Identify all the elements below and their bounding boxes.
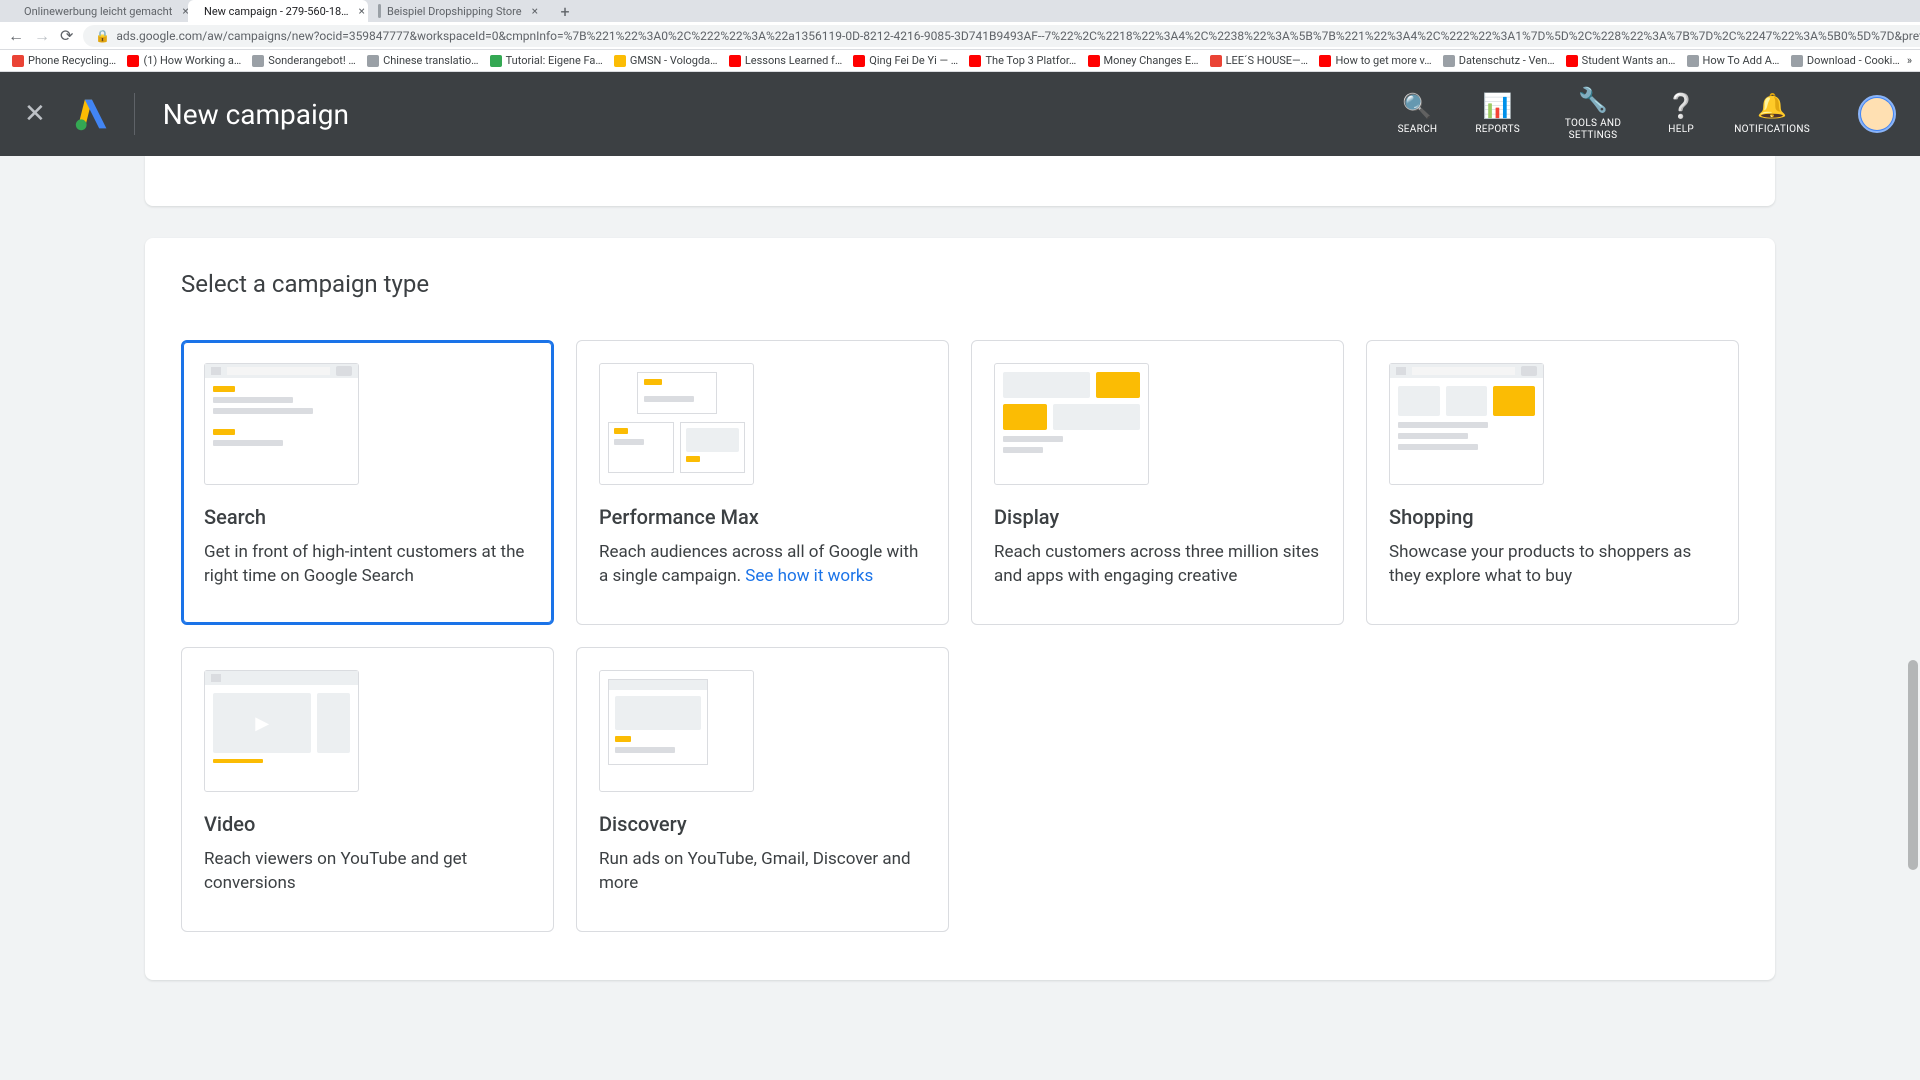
- tab-label: Beispiel Dropshipping Store: [387, 5, 522, 18]
- header-help-button[interactable]: ❔ HELP: [1666, 92, 1696, 137]
- bookmark-item[interactable]: Sonderangebot! …: [248, 52, 357, 69]
- illustration: [1389, 363, 1544, 485]
- tab-label: Onlinewerbung leicht gemacht: [24, 5, 172, 18]
- bookmark-overflow-icon[interactable]: »: [1907, 54, 1912, 67]
- header-notifications-button[interactable]: 🔔 NOTIFICATIONS: [1734, 92, 1810, 137]
- card-title: Shopping: [1389, 505, 1716, 529]
- tab-close-icon[interactable]: ×: [532, 4, 538, 18]
- browser-tab-0[interactable]: Onlinewerbung leicht gemacht ×: [8, 0, 188, 22]
- scrollbar-thumb[interactable]: [1908, 660, 1918, 870]
- content-area: Select a campaign type Search Get in fro…: [0, 156, 1920, 1080]
- nav-back-icon[interactable]: ←: [8, 26, 24, 46]
- bookmarks-bar: Phone Recycling… (1) How Working a… Sond…: [0, 50, 1920, 72]
- bookmark-item[interactable]: LEE´S HOUSE—…: [1206, 52, 1310, 69]
- avatar[interactable]: [1858, 95, 1896, 133]
- card-desc: Reach audiences across all of Google wit…: [599, 541, 926, 589]
- card-title: Search: [204, 505, 531, 529]
- browser-tab-1[interactable]: New campaign - 279-560-18… ×: [188, 0, 368, 22]
- url-text: ads.google.com/aw/campaigns/new?ocid=359…: [116, 29, 1920, 43]
- previous-section-card: [145, 156, 1775, 206]
- bookmark-item[interactable]: Phone Recycling…: [8, 52, 117, 69]
- campaign-type-video[interactable]: ▶ Video Reach viewers on YouTube and get…: [181, 647, 554, 932]
- action-label: HELP: [1668, 124, 1694, 136]
- action-label: TOOLS AND SETTINGS: [1558, 118, 1628, 142]
- header-reports-button[interactable]: 📊 REPORTS: [1475, 92, 1520, 137]
- empty-cell: [971, 647, 1344, 932]
- bookmark-item[interactable]: The Top 3 Platfor…: [965, 52, 1077, 69]
- bell-icon: 🔔: [1757, 92, 1787, 121]
- tab-close-icon[interactable]: ×: [359, 4, 365, 18]
- bookmark-item[interactable]: Money Changes E…: [1084, 52, 1200, 69]
- bookmark-item[interactable]: GMSN - Vologda…: [610, 52, 719, 69]
- illustration: [994, 363, 1149, 485]
- bookmark-item[interactable]: Qing Fei De Yi — …: [849, 52, 959, 69]
- help-icon: ❔: [1666, 92, 1696, 121]
- bookmark-item[interactable]: Tutorial: Eigene Fa…: [486, 52, 604, 69]
- card-desc: Reach viewers on YouTube and get convers…: [204, 848, 531, 896]
- page-title: New campaign: [163, 98, 349, 131]
- card-title: Display: [994, 505, 1321, 529]
- card-desc: Run ads on YouTube, Gmail, Discover and …: [599, 848, 926, 896]
- illustration: [599, 670, 754, 792]
- new-tab-button[interactable]: +: [554, 0, 576, 22]
- header-tools-button[interactable]: 🔧 TOOLS AND SETTINGS: [1558, 86, 1628, 143]
- action-label: SEARCH: [1398, 124, 1438, 136]
- campaign-type-search[interactable]: Search Get in front of high-intent custo…: [181, 340, 554, 625]
- tab-strip: Onlinewerbung leicht gemacht × New campa…: [0, 0, 1920, 22]
- wrench-icon: 🔧: [1578, 86, 1608, 115]
- browser-tab-2[interactable]: Beispiel Dropshipping Store ×: [368, 0, 548, 22]
- bookmark-item[interactable]: (1) How Working a…: [123, 52, 242, 69]
- empty-cell: [1366, 647, 1739, 932]
- see-how-link[interactable]: See how it works: [745, 566, 873, 586]
- reports-icon: 📊: [1483, 92, 1513, 121]
- bookmark-item[interactable]: Lessons Learned f…: [725, 52, 843, 69]
- bookmark-item[interactable]: Download - Cooki…: [1787, 52, 1901, 69]
- card-desc: Reach customers across three million sit…: [994, 541, 1321, 589]
- action-label: NOTIFICATIONS: [1734, 124, 1810, 136]
- illustration: [204, 363, 359, 485]
- google-ads-logo: [74, 96, 110, 132]
- illustration: ▶: [204, 670, 359, 792]
- campaign-type-performance-max[interactable]: Performance Max Reach audiences across a…: [576, 340, 949, 625]
- search-icon: 🔍: [1402, 92, 1432, 121]
- section-title: Select a campaign type: [181, 270, 1739, 298]
- card-title: Video: [204, 812, 531, 836]
- campaign-type-display[interactable]: Display Reach customers across three mil…: [971, 340, 1344, 625]
- card-desc: Get in front of high-intent customers at…: [204, 541, 531, 589]
- bookmark-item[interactable]: Chinese translatio…: [363, 52, 480, 69]
- header-search-button[interactable]: 🔍 SEARCH: [1398, 92, 1438, 137]
- card-title: Performance Max: [599, 505, 926, 529]
- card-desc: Showcase your products to shoppers as th…: [1389, 541, 1716, 589]
- address-bar[interactable]: 🔒 ads.google.com/aw/campaigns/new?ocid=3…: [83, 25, 1920, 47]
- bookmark-item[interactable]: Student Wants an…: [1562, 52, 1677, 69]
- bookmark-item[interactable]: How To Add A…: [1683, 52, 1781, 69]
- campaign-type-grid: Search Get in front of high-intent custo…: [181, 340, 1739, 932]
- browser-chrome: Onlinewerbung leicht gemacht × New campa…: [0, 0, 1920, 72]
- favicon-icon: [378, 4, 381, 18]
- bookmark-item[interactable]: Datenschutz - Ven…: [1439, 52, 1556, 69]
- app-header: ✕ New campaign 🔍 SEARCH 📊 REPORTS 🔧 TOOL…: [0, 72, 1920, 156]
- nav-forward-icon[interactable]: →: [34, 26, 50, 46]
- header-actions: 🔍 SEARCH 📊 REPORTS 🔧 TOOLS AND SETTINGS …: [1398, 86, 1896, 143]
- illustration: [599, 363, 754, 485]
- tab-label: New campaign - 279-560-18…: [204, 5, 349, 18]
- campaign-type-discovery[interactable]: Discovery Run ads on YouTube, Gmail, Dis…: [576, 647, 949, 932]
- bookmark-item[interactable]: How to get more v…: [1315, 52, 1432, 69]
- card-title: Discovery: [599, 812, 926, 836]
- nav-reload-icon[interactable]: ⟳: [60, 26, 73, 45]
- close-icon[interactable]: ✕: [24, 99, 46, 129]
- avatar-face: [1861, 98, 1893, 130]
- action-label: REPORTS: [1475, 124, 1520, 136]
- campaign-type-shopping[interactable]: Shopping Showcase your products to shopp…: [1366, 340, 1739, 625]
- address-bar-row: ← → ⟳ 🔒 ads.google.com/aw/campaigns/new?…: [0, 22, 1920, 50]
- lock-icon: 🔒: [95, 29, 110, 43]
- campaign-type-card: Select a campaign type Search Get in fro…: [145, 238, 1775, 980]
- divider: [134, 93, 135, 135]
